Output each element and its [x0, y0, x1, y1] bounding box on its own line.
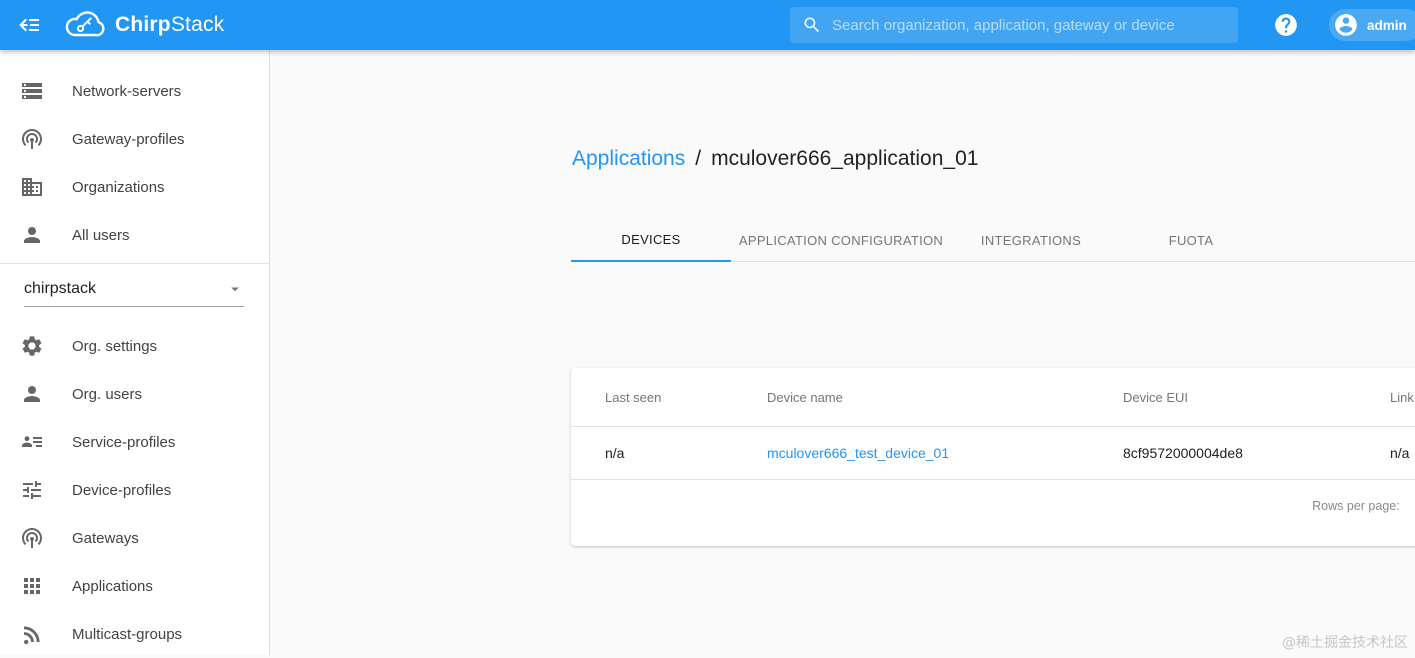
column-header-device-name: Device name [733, 390, 1089, 405]
contacts-icon [20, 430, 44, 454]
appbar: ChirpStack admin [0, 0, 1415, 50]
table-row: n/a mculover666_test_device_01 8cf957200… [571, 427, 1415, 480]
watermark: @稀土掘金技术社区 [1282, 632, 1408, 652]
account-circle-icon [1333, 12, 1359, 38]
global-search [790, 7, 1238, 43]
main-content: Applications/mculover666_application_01 … [270, 50, 1415, 655]
devices-table-card: Last seen Device name Device EUI Link ma… [571, 368, 1415, 546]
search-input[interactable] [832, 17, 1226, 34]
table-pagination: Rows per page: 10 1-1 of 1 [571, 480, 1415, 532]
sidebar-item-network-servers[interactable]: Network-servers [0, 67, 269, 115]
organization-select[interactable]: chirpstack [24, 280, 244, 307]
gear-icon [20, 334, 44, 358]
tab-application-configuration[interactable]: APPLICATION CONFIGURATION [731, 218, 951, 262]
user-menu-button[interactable]: admin [1329, 9, 1415, 41]
caret-down-icon [226, 280, 244, 298]
device-name-link[interactable]: mculover666_test_device_01 [767, 445, 949, 461]
rss-icon [20, 622, 44, 646]
tab-integrations[interactable]: INTEGRATIONS [951, 218, 1111, 262]
sidebar-item-org-users[interactable]: Org. users [0, 370, 269, 418]
breadcrumb-separator: / [695, 147, 701, 170]
sidebar-item-service-profiles[interactable]: Service-profiles [0, 418, 269, 466]
column-header-last-seen: Last seen [571, 390, 733, 405]
table-header-row: Last seen Device name Device EUI Link ma… [571, 368, 1415, 427]
servers-icon [20, 79, 44, 103]
rows-per-page-label: Rows per page: [1312, 499, 1400, 513]
sidebar-item-multicast-groups[interactable]: Multicast-groups [0, 610, 269, 658]
wifi-tethering-icon [20, 526, 44, 550]
column-header-device-eui: Device EUI [1089, 390, 1356, 405]
sidebar-item-all-users[interactable]: All users [0, 211, 269, 259]
sidebar-item-device-profiles[interactable]: Device-profiles [0, 466, 269, 514]
menu-collapse-icon[interactable] [16, 11, 44, 39]
sidebar-item-applications[interactable]: Applications [0, 562, 269, 610]
person-icon [20, 223, 44, 247]
building-icon [20, 175, 44, 199]
brand-title: ChirpStack [115, 13, 224, 37]
user-label: admin [1367, 18, 1407, 33]
column-header-link-margin: Link margin [1356, 390, 1415, 405]
sidebar: Network-servers Gateway-profiles Organiz… [0, 50, 270, 655]
breadcrumb: Applications / mculover666_application_01 [572, 147, 978, 171]
cell-last-seen: n/a [571, 445, 733, 461]
apps-grid-icon [20, 574, 44, 598]
cell-device-eui: 8cf9572000004de8 [1089, 445, 1356, 461]
cloud-logo-icon [62, 9, 106, 41]
sidebar-item-org-settings[interactable]: Org. settings [0, 322, 269, 370]
tab-bar: DEVICES APPLICATION CONFIGURATION INTEGR… [571, 218, 1415, 262]
wifi-tethering-icon [20, 127, 44, 151]
help-icon[interactable] [1273, 12, 1299, 38]
breadcrumb-applications-link[interactable]: Applications [572, 147, 685, 170]
tab-fuota[interactable]: FUOTA [1111, 218, 1271, 262]
sidebar-divider [0, 263, 269, 264]
tune-icon [20, 478, 44, 502]
cell-link-margin: n/a [1356, 445, 1415, 461]
brand-logo: ChirpStack [62, 9, 224, 41]
sidebar-item-gateway-profiles[interactable]: Gateway-profiles [0, 115, 269, 163]
sidebar-item-organizations[interactable]: Organizations [0, 163, 269, 211]
tab-devices[interactable]: DEVICES [571, 218, 731, 262]
search-icon [802, 15, 822, 35]
breadcrumb-current: mculover666_application_01 [711, 147, 978, 170]
person-icon [20, 382, 44, 406]
sidebar-item-gateways[interactable]: Gateways [0, 514, 269, 562]
